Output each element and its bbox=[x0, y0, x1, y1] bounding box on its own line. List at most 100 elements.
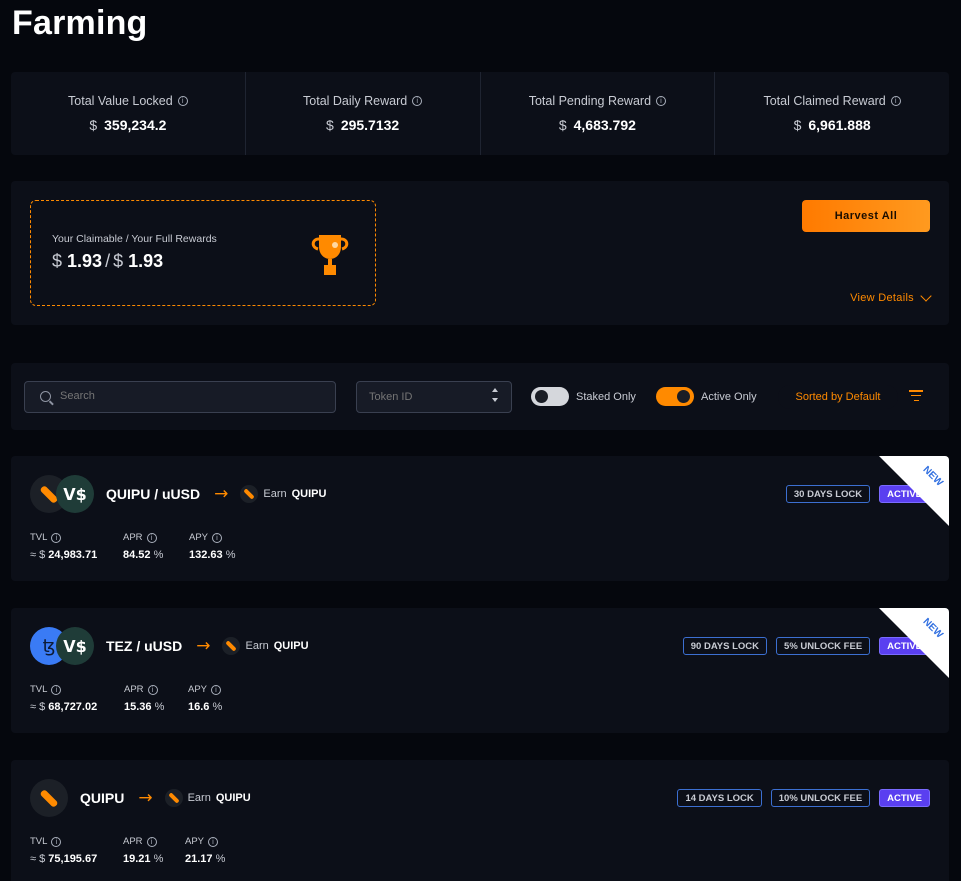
stepper-down-icon[interactable] bbox=[492, 398, 498, 402]
info-icon[interactable]: i bbox=[51, 532, 62, 543]
search-input[interactable] bbox=[60, 390, 320, 402]
earn-token: Earn QUIPU bbox=[164, 789, 251, 807]
lock-badge: 14 DAYS LOCK bbox=[677, 789, 762, 807]
search-box[interactable] bbox=[24, 381, 336, 413]
token-id-input[interactable] bbox=[369, 391, 479, 403]
info-icon[interactable]: i bbox=[212, 532, 223, 543]
farm-metrics: TVL i ≈ $ 75,195.67 APR i 19.21 % APY i 21.… bbox=[30, 836, 225, 865]
new-ribbon: NEW bbox=[879, 456, 949, 526]
farm-header: ꜩ ᐯ$ TEZ / uUSD → Earn QUIPU bbox=[30, 627, 309, 665]
metric-label: TVL bbox=[30, 836, 48, 847]
rewards-panel: Your Claimable / Your Full Rewards $ 1.9… bbox=[11, 181, 949, 325]
info-icon[interactable]: i bbox=[890, 96, 901, 106]
metric-apy: APY i 16.6 % bbox=[188, 684, 222, 713]
farm-metrics: TVL i ≈ $ 68,727.02 APR i 15.36 % APY i 16.… bbox=[30, 684, 222, 713]
earn-prefix: Earn bbox=[187, 792, 211, 804]
metric-label: APR bbox=[124, 684, 144, 695]
metric-label: APY bbox=[188, 684, 208, 695]
farm-pair-name: QUIPU bbox=[80, 790, 125, 806]
active-only-filter: Active Only bbox=[656, 387, 757, 406]
token-id-stepper[interactable] bbox=[492, 388, 498, 402]
rewards-currency: $ bbox=[52, 251, 63, 271]
farm-card[interactable]: ᐯ$ QUIPU / uUSD → Earn QUIPU 30 DAYS LOCK… bbox=[11, 456, 949, 581]
apr-unit: % bbox=[153, 853, 164, 865]
quipu-token-icon bbox=[164, 789, 183, 807]
rewards-value: $ 1.93/$ 1.93 bbox=[52, 251, 163, 272]
lock-badge: 90 DAYS LOCK bbox=[682, 637, 768, 655]
chevron-down-icon bbox=[920, 290, 932, 302]
rewards-label: Your Claimable / Your Full Rewards bbox=[52, 233, 217, 245]
metric-label: APY bbox=[185, 836, 205, 847]
tvl-value: 68,727.02 bbox=[48, 701, 98, 713]
stat-value: 295.7132 bbox=[340, 117, 400, 133]
claimable-rewards-box: Your Claimable / Your Full Rewards $ 1.9… bbox=[30, 200, 376, 306]
info-icon[interactable]: i bbox=[51, 684, 62, 695]
lock-badge: 30 DAYS LOCK bbox=[785, 485, 871, 503]
toggle-knob bbox=[535, 390, 548, 403]
active-only-label: Active Only bbox=[701, 390, 757, 403]
filter-icon[interactable] bbox=[909, 390, 923, 402]
apy-value: 21.17 bbox=[185, 853, 213, 865]
token-id-box[interactable] bbox=[356, 381, 512, 413]
tvl-value: 75,195.67 bbox=[48, 853, 98, 865]
quipu-token-icon bbox=[222, 637, 241, 655]
unlock-fee-badge: 10% UNLOCK FEE bbox=[770, 789, 871, 807]
staked-only-toggle[interactable] bbox=[531, 387, 569, 406]
farm-card[interactable]: ꜩ ᐯ$ TEZ / uUSD → Earn QUIPU 90 DAYS LOCK… bbox=[11, 608, 949, 733]
farm-header: QUIPU → Earn QUIPU bbox=[30, 779, 251, 817]
earn-token-name: QUIPU bbox=[273, 640, 309, 652]
metric-label: APR bbox=[123, 836, 143, 847]
page-title: Farming bbox=[12, 4, 148, 42]
info-icon[interactable]: i bbox=[412, 96, 423, 106]
arrow-right-icon: → bbox=[196, 636, 211, 656]
stat-label: Total Daily Reward bbox=[303, 94, 408, 108]
info-icon[interactable]: i bbox=[656, 96, 667, 106]
stat-currency: $ bbox=[326, 117, 334, 133]
earn-prefix: Earn bbox=[245, 640, 269, 652]
metric-apr: APR i 15.36 % bbox=[124, 684, 188, 713]
search-icon bbox=[40, 391, 51, 402]
staked-only-label: Staked Only bbox=[576, 390, 636, 403]
earn-prefix: Earn bbox=[263, 488, 287, 500]
apr-unit: % bbox=[153, 549, 164, 561]
active-only-toggle[interactable] bbox=[656, 387, 694, 406]
stat-value: 4,683.792 bbox=[573, 117, 636, 133]
info-icon[interactable]: i bbox=[146, 836, 157, 847]
stat-value: 6,961.888 bbox=[808, 117, 871, 133]
rewards-separator: / bbox=[105, 251, 111, 271]
tvl-value: 24,983.71 bbox=[48, 549, 98, 561]
trophy-icon bbox=[311, 235, 349, 275]
new-ribbon-label: NEW bbox=[920, 464, 945, 489]
earn-token-name: QUIPU bbox=[215, 792, 251, 804]
arrow-right-icon: → bbox=[138, 788, 153, 808]
apy-unit: % bbox=[212, 701, 223, 713]
apr-value: 15.36 bbox=[124, 701, 152, 713]
info-icon[interactable]: i bbox=[208, 836, 219, 847]
farm-badges: 14 DAYS LOCK 10% UNLOCK FEE ACTIVE bbox=[677, 789, 930, 807]
unlock-fee-badge: 5% UNLOCK FEE bbox=[776, 637, 871, 655]
metric-apy: APY i 21.17 % bbox=[185, 836, 225, 865]
toggle-knob bbox=[677, 390, 690, 403]
new-ribbon-label: NEW bbox=[920, 616, 945, 641]
stat-currency: $ bbox=[89, 117, 98, 133]
metric-label: APR bbox=[123, 532, 143, 543]
farm-card[interactable]: QUIPU → Earn QUIPU 14 DAYS LOCK 10% UNLOC… bbox=[11, 760, 949, 881]
harvest-all-button[interactable]: Harvest All bbox=[802, 200, 930, 232]
stat-currency: $ bbox=[793, 117, 802, 133]
farm-pair-name: QUIPU / uUSD bbox=[106, 486, 201, 502]
info-icon[interactable]: i bbox=[146, 532, 157, 543]
metric-apr: APR i 84.52 % bbox=[123, 532, 189, 561]
farm-header: ᐯ$ QUIPU / uUSD → Earn QUIPU bbox=[30, 475, 326, 513]
sort-select[interactable]: Sorted by Default bbox=[778, 385, 898, 409]
view-details-toggle[interactable]: View Details bbox=[850, 290, 932, 304]
info-icon[interactable]: i bbox=[177, 96, 188, 106]
earn-token: Earn QUIPU bbox=[222, 637, 309, 655]
info-icon[interactable]: i bbox=[211, 684, 222, 695]
info-icon[interactable]: i bbox=[51, 836, 62, 847]
apy-value: 132.63 bbox=[189, 549, 223, 561]
staked-only-filter: Staked Only bbox=[531, 387, 636, 406]
stepper-up-icon[interactable] bbox=[492, 388, 498, 392]
info-icon[interactable]: i bbox=[147, 684, 158, 695]
farm-metrics: TVL i ≈ $ 24,983.71 APR i 84.52 % APY i 132… bbox=[30, 532, 236, 561]
quipu-token-icon bbox=[30, 779, 68, 817]
